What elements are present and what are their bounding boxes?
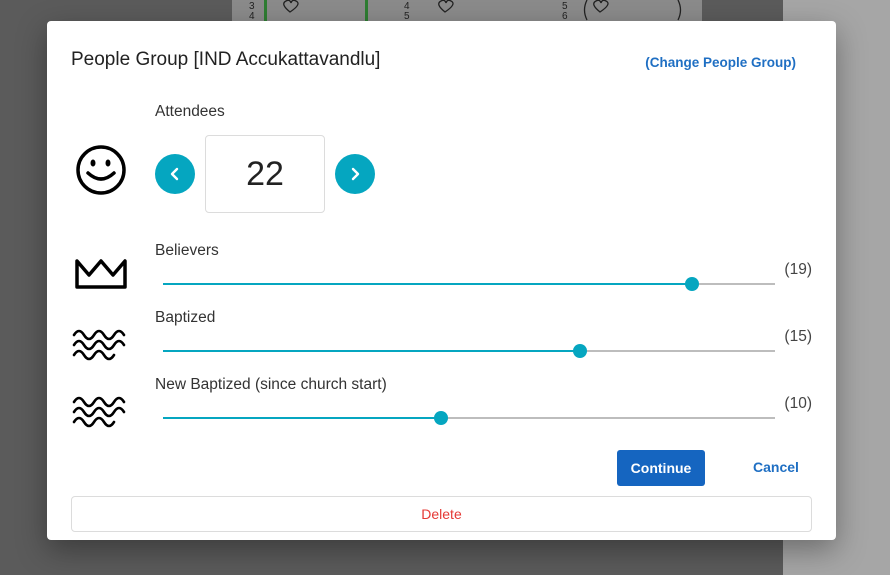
slider-fill: [163, 417, 442, 419]
strip-number: 4: [249, 11, 255, 21]
baptized-slider[interactable]: [163, 344, 775, 358]
strip-number: 6: [562, 11, 568, 21]
baptized-label: Baptized: [155, 309, 216, 326]
new-baptized-slider[interactable]: [163, 411, 775, 425]
believers-value: (19): [784, 261, 812, 278]
new-baptized-value: (10): [784, 395, 812, 412]
new-baptized-label: New Baptized (since church start): [155, 376, 387, 393]
chevron-left-icon: [170, 167, 179, 181]
attendees-count[interactable]: 22: [205, 135, 325, 213]
increment-attendees-button[interactable]: [335, 154, 375, 194]
attendees-label: Attendees: [155, 103, 225, 120]
slider-thumb[interactable]: [684, 277, 699, 291]
slider-fill: [163, 283, 692, 285]
slider-thumb[interactable]: [573, 344, 588, 358]
chevron-right-icon: [351, 167, 360, 181]
dialog-title: People Group [IND Accukattavandlu]: [71, 49, 381, 70]
decrement-attendees-button[interactable]: [155, 154, 195, 194]
crown-icon: [73, 253, 129, 298]
water-waves-icon: [71, 388, 131, 433]
slider-fill: [163, 350, 581, 352]
change-people-group-link[interactable]: (Change People Group): [645, 55, 796, 70]
people-group-dialog: People Group [IND Accukattavandlu] (Chan…: [47, 21, 836, 540]
believers-label: Believers: [155, 242, 219, 259]
delete-button[interactable]: Delete: [71, 496, 812, 532]
strip-number: 5: [404, 11, 410, 21]
believers-slider[interactable]: [163, 277, 775, 291]
continue-button[interactable]: Continue: [617, 450, 705, 486]
water-waves-icon: [71, 321, 131, 366]
baptized-value: (15): [784, 328, 812, 345]
cancel-button[interactable]: Cancel: [753, 459, 799, 475]
slider-thumb[interactable]: [434, 411, 449, 425]
smiley-face-icon: [75, 143, 127, 202]
background-app-strip: 3 4 4 5 5 6: [232, 0, 702, 21]
